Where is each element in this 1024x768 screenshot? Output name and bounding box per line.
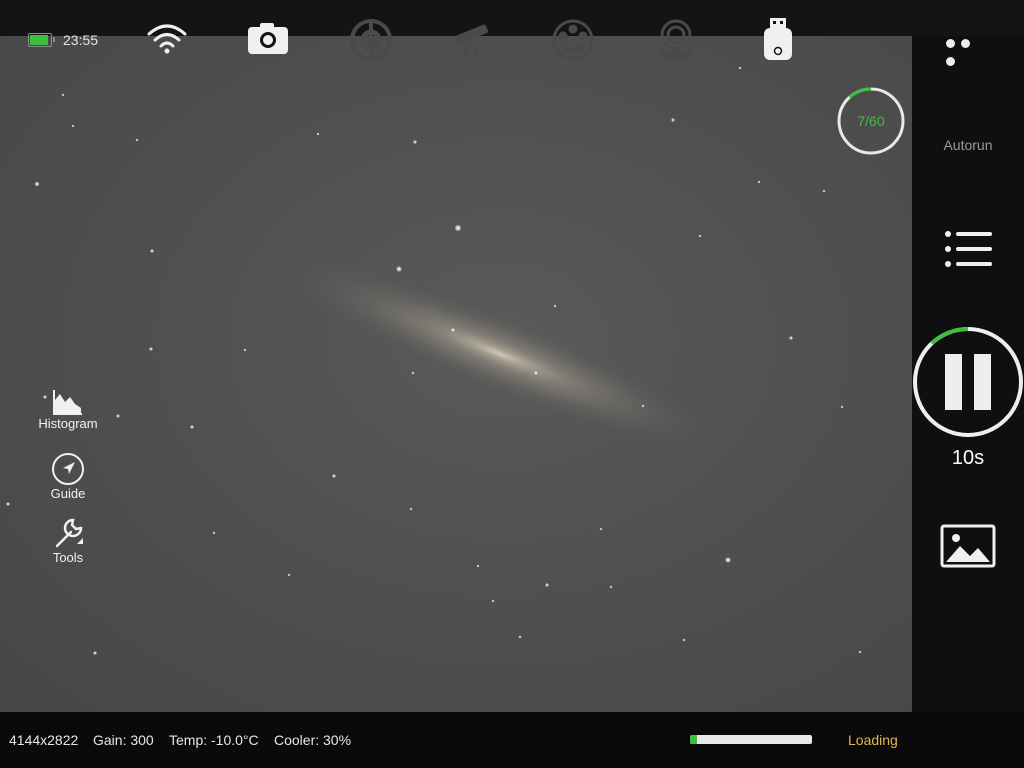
star — [491, 599, 495, 603]
guide-icon — [52, 453, 84, 485]
star-field — [6, 66, 862, 655]
star — [409, 507, 413, 511]
star — [149, 347, 153, 351]
star — [287, 573, 291, 577]
temp-text: Temp: -10.0°C — [169, 732, 259, 748]
more-options-button[interactable] — [946, 35, 990, 66]
star — [671, 118, 675, 122]
gain-text: Gain: 300 — [93, 732, 154, 748]
star — [212, 531, 216, 535]
autorun-button[interactable]: Autorun — [928, 137, 1008, 153]
star — [738, 66, 742, 70]
battery-icon — [28, 33, 55, 47]
mount-icon[interactable] — [654, 18, 698, 62]
star — [789, 336, 793, 340]
star — [243, 348, 247, 352]
star — [150, 249, 154, 253]
wrench-icon — [55, 518, 83, 548]
star — [757, 180, 761, 184]
cooler-text: Cooler: 30% — [274, 732, 352, 748]
frame-counter: 7/60 — [857, 113, 885, 129]
guide-tool[interactable]: Guide — [28, 452, 108, 501]
sequence-list-icon[interactable] — [944, 229, 992, 269]
star — [599, 527, 603, 531]
star — [411, 371, 415, 375]
star — [332, 474, 336, 478]
status-bar-right — [912, 0, 1024, 36]
resolution-text: 4144x2822 — [9, 732, 79, 748]
exposure-time: 10s — [951, 447, 985, 469]
star — [858, 650, 862, 654]
loading-status: Loading — [848, 732, 898, 748]
sky-image[interactable] — [0, 36, 912, 712]
tools-label: Tools — [52, 550, 84, 565]
filter-wheel-icon[interactable] — [551, 18, 595, 62]
star — [454, 224, 462, 232]
guide-label: Guide — [50, 486, 86, 501]
star — [190, 425, 194, 429]
histogram-tool[interactable]: Histogram — [28, 388, 108, 431]
wifi-icon[interactable] — [145, 18, 189, 62]
download-progress-bar — [690, 735, 812, 744]
star — [840, 405, 844, 409]
star — [545, 583, 549, 587]
tools-tool[interactable]: Tools — [28, 516, 108, 565]
star — [413, 140, 417, 144]
star — [682, 638, 686, 642]
star — [135, 138, 139, 142]
star — [641, 404, 645, 408]
camera-icon[interactable] — [246, 18, 290, 62]
star — [534, 371, 538, 375]
star — [518, 635, 522, 639]
star — [451, 328, 455, 332]
star — [698, 234, 702, 238]
star — [822, 189, 826, 193]
star — [609, 585, 613, 589]
star — [316, 132, 320, 136]
star — [476, 564, 480, 568]
star — [116, 414, 120, 418]
pause-button[interactable] — [912, 326, 1024, 438]
star — [61, 93, 65, 97]
histogram-label: Histogram — [38, 416, 98, 431]
usb-drive-icon[interactable] — [756, 18, 800, 62]
star — [71, 124, 75, 128]
clock: 23:55 — [63, 32, 99, 48]
star — [34, 181, 40, 187]
star — [93, 651, 97, 655]
star — [6, 502, 10, 506]
histogram-icon — [53, 390, 82, 415]
star — [396, 266, 402, 272]
focuser-icon[interactable] — [349, 18, 393, 62]
star — [725, 557, 731, 563]
star — [553, 304, 557, 308]
gallery-icon[interactable] — [940, 524, 996, 568]
telescope-icon[interactable] — [450, 18, 494, 62]
